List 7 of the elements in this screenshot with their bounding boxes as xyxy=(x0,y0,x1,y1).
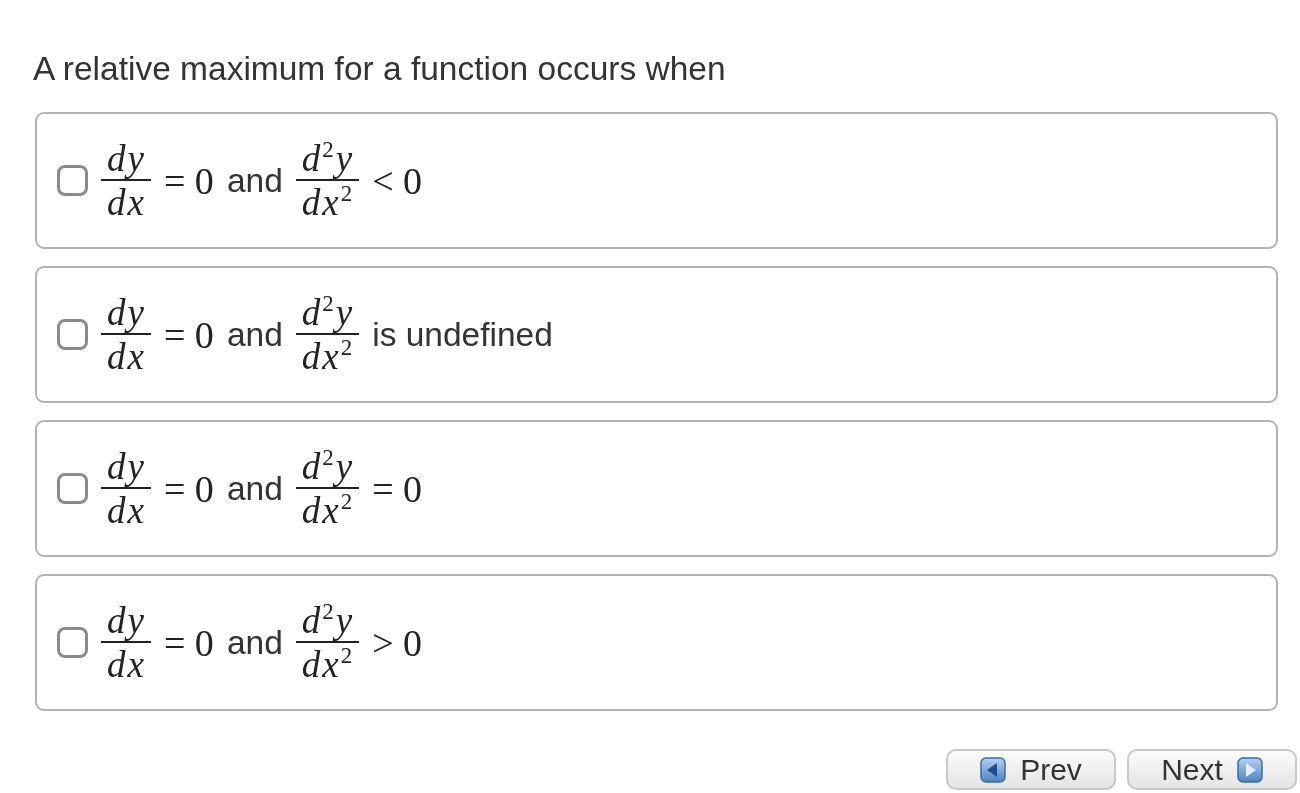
checkbox[interactable] xyxy=(57,165,88,196)
checkbox[interactable] xyxy=(57,627,88,658)
prev-button[interactable]: Prev xyxy=(946,749,1116,790)
question-text: A relative maximum for a function occurs when xyxy=(33,50,726,88)
checkbox[interactable] xyxy=(57,473,88,504)
next-button[interactable]: Next xyxy=(1127,749,1297,790)
checkbox[interactable] xyxy=(57,319,88,350)
